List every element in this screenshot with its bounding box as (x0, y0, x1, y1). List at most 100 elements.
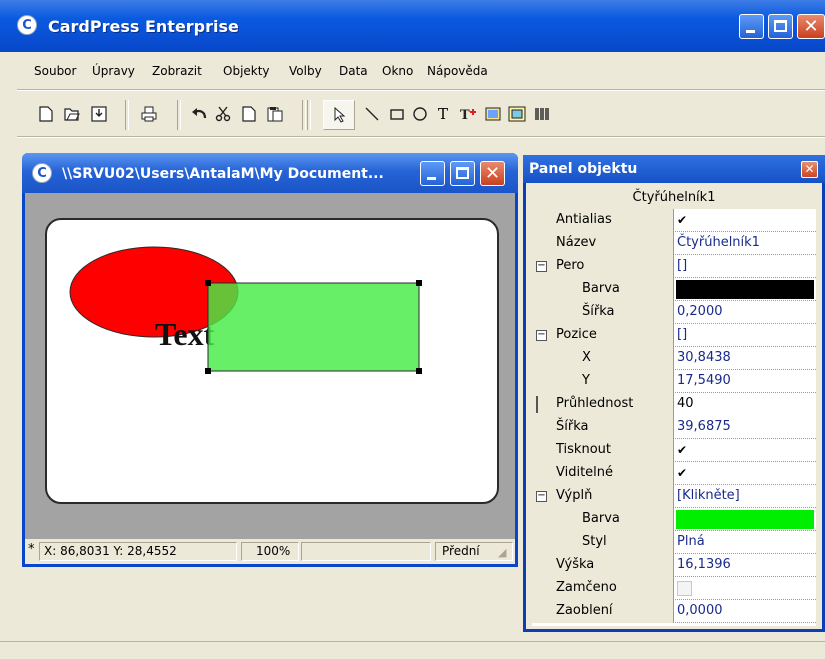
app-status-bar (0, 641, 825, 659)
property-row[interactable]: Výplň − [Klikněte] (532, 485, 816, 508)
property-row[interactable]: Průhlednost 40 (532, 393, 816, 416)
property-name: Název (532, 232, 674, 255)
color-swatch[interactable] (676, 280, 814, 299)
menu-okno[interactable]: Okno (382, 64, 413, 78)
design-workspace[interactable]: Text (25, 193, 515, 539)
save-icon[interactable] (89, 104, 109, 124)
property-value[interactable]: 17,5490 (674, 370, 816, 393)
maximize-button[interactable] (768, 14, 793, 39)
property-name: Zamčeno (532, 577, 674, 600)
resize-grip-icon[interactable]: ◢ (498, 546, 506, 559)
property-value[interactable]: [Klikněte] (674, 485, 816, 508)
barcode-tool-icon[interactable] (532, 104, 552, 124)
property-name: Antialias (532, 209, 674, 232)
selection-handle[interactable] (205, 280, 211, 286)
property-row[interactable]: Barva (532, 508, 816, 531)
maximize-icon (456, 167, 469, 179)
menu-volby[interactable]: Volby (289, 64, 322, 78)
menu-upravy[interactable]: Úpravy (92, 64, 135, 78)
property-row[interactable]: Antialias ✔ (532, 209, 816, 232)
property-name: Pero (532, 255, 674, 278)
paste-icon[interactable] (265, 104, 285, 124)
picture-frame-tool-icon[interactable] (507, 104, 527, 124)
property-value[interactable]: 0,2000 (674, 301, 816, 324)
copy-icon[interactable] (239, 104, 259, 124)
select-pointer-icon[interactable] (323, 100, 355, 130)
menu-zobrazit[interactable]: Zobrazit (152, 64, 202, 78)
panel-title-bar[interactable]: Panel objektu ✕ (523, 155, 825, 183)
panel-close-button[interactable]: ✕ (801, 161, 818, 178)
property-value[interactable]: 30,8438 (674, 347, 816, 370)
property-row[interactable]: X 30,8438 (532, 347, 816, 370)
property-row[interactable]: Y 17,5490 (532, 370, 816, 393)
text-tool-icon[interactable]: T (433, 104, 453, 124)
undo-icon[interactable] (189, 104, 209, 124)
document-window: C \\SRVU02\Users\AntalaM\My Document... … (22, 153, 518, 567)
document-close-button[interactable]: ✕ (480, 161, 505, 186)
color-swatch[interactable] (676, 510, 814, 529)
property-value[interactable]: [] (674, 324, 816, 347)
collapse-toggle-icon[interactable]: − (536, 261, 547, 272)
property-row[interactable]: Styl Plná (532, 531, 816, 554)
menu-data[interactable]: Data (339, 64, 368, 78)
property-row[interactable]: Šířka 39,6875 (532, 416, 816, 439)
ellipse-tool-icon[interactable] (410, 104, 430, 124)
property-row[interactable]: Tisknout ✔ (532, 439, 816, 462)
menu-objekty[interactable]: Objekty (223, 64, 270, 78)
panel-body: Čtyřúhelník1 Antialias ✔ Název Čtyřúhelník1… (526, 183, 822, 629)
property-row[interactable]: Šířka 0,2000 (532, 301, 816, 324)
property-row[interactable]: Viditelné ✔ (532, 462, 816, 485)
minimize-button[interactable] (739, 14, 764, 39)
main-title-bar[interactable]: C CardPress Enterprise ✕ (0, 0, 825, 52)
document-title-bar[interactable]: C \\SRVU02\Users\AntalaM\My Document... … (22, 153, 518, 193)
checkbox-value[interactable]: ✔ (674, 462, 816, 485)
property-edit-field[interactable]: 40 (674, 393, 816, 416)
property-value[interactable]: Čtyřúhelník1 (674, 232, 816, 255)
property-name: Styl (532, 531, 674, 554)
property-row[interactable]: Barva (532, 278, 816, 301)
selection-handle[interactable] (205, 368, 211, 374)
selection-handle[interactable] (416, 280, 422, 286)
close-button[interactable]: ✕ (797, 14, 825, 39)
property-value[interactable]: Plná (674, 531, 816, 554)
property-value[interactable]: 0,0000 (674, 600, 816, 623)
property-row[interactable]: Pero − [] (532, 255, 816, 278)
property-row[interactable]: Zamčeno (532, 577, 816, 600)
selected-object-name: Čtyřúhelník1 (632, 190, 716, 205)
property-value[interactable]: 39,6875 (674, 416, 816, 439)
property-value[interactable]: 16,1396 (674, 554, 816, 577)
modified-indicator: * (28, 542, 35, 557)
text-field-tool-icon[interactable]: T (458, 104, 478, 124)
property-value[interactable]: [] (674, 255, 816, 278)
rectangle-tool-icon[interactable] (387, 104, 407, 124)
property-name: Tisknout (532, 439, 674, 462)
color-value[interactable] (674, 278, 816, 301)
locked-checkbox[interactable] (674, 577, 816, 600)
property-name: Výška (532, 554, 674, 577)
property-row[interactable]: Zaoblení 0,0000 (532, 600, 816, 623)
cut-icon[interactable] (213, 104, 233, 124)
checkbox-value[interactable]: ✔ (674, 209, 816, 232)
document-minimize-button[interactable] (420, 161, 445, 186)
checkbox-value[interactable]: ✔ (674, 439, 816, 462)
selection-handle[interactable] (416, 368, 422, 374)
property-row[interactable]: Název Čtyřúhelník1 (532, 232, 816, 255)
property-name: Viditelné (532, 462, 674, 485)
image-tool-icon[interactable] (483, 104, 503, 124)
line-tool-icon[interactable] (362, 104, 382, 124)
new-document-icon[interactable] (36, 104, 56, 124)
open-icon[interactable] (62, 104, 82, 124)
property-row[interactable]: Výška 16,1396 (532, 554, 816, 577)
property-name: Šířka (532, 416, 674, 439)
property-row[interactable]: Pozice − [] (532, 324, 816, 347)
collapse-toggle-icon[interactable]: − (536, 330, 547, 341)
minimize-icon (427, 177, 436, 180)
card-canvas[interactable]: Text (45, 218, 499, 504)
collapse-toggle-icon[interactable]: − (536, 491, 547, 502)
menu-napoveda[interactable]: Nápověda (427, 64, 488, 78)
color-value[interactable] (674, 508, 816, 531)
document-maximize-button[interactable] (450, 161, 475, 186)
rectangle-shape[interactable] (207, 282, 420, 372)
menu-soubor[interactable]: Soubor (34, 64, 76, 78)
print-icon[interactable] (139, 104, 159, 124)
